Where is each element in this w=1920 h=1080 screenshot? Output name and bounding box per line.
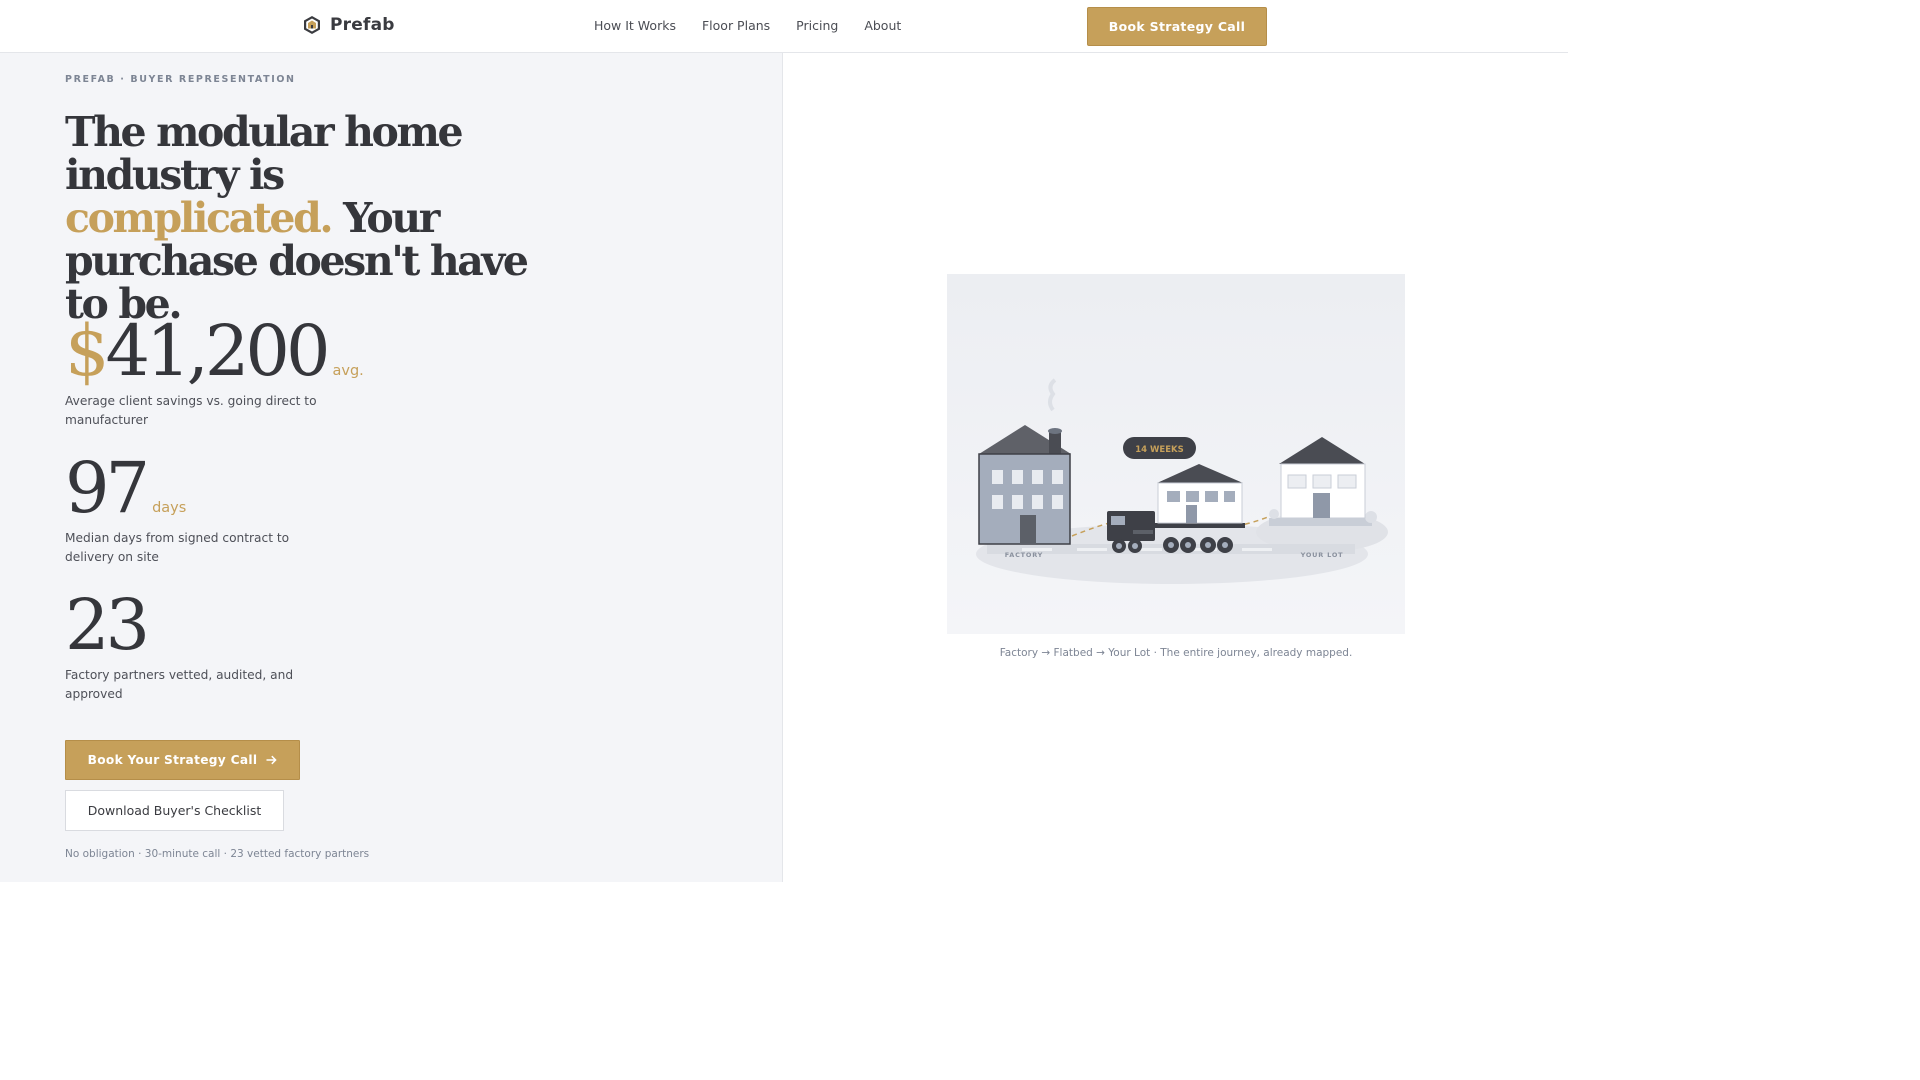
illustration-caption: Factory → Flatbed → Your Lot · The entir… [999, 647, 1353, 659]
stat-delivery-days: 97 days Median days from signed contract … [65, 453, 335, 566]
factory-label: FACTORY [1005, 551, 1043, 559]
book-strategy-call-button[interactable]: Book Strategy Call [1087, 7, 1267, 46]
nav-link-floor-plans[interactable]: Floor Plans [702, 18, 770, 33]
stat-savings-currency: $ [65, 310, 110, 392]
stat-delivery-description: Median days from signed contract to deli… [65, 531, 290, 564]
stat-delivery-figure: 97 days [65, 453, 335, 523]
nav-link-pricing[interactable]: Pricing [796, 18, 838, 33]
nav-link-how-it-works[interactable]: How It Works [594, 18, 676, 33]
hero-headline: The modular home industry is complicated… [65, 111, 545, 326]
book-your-strategy-call-button[interactable]: Book Your Strategy Call [65, 740, 300, 780]
journey-illustration: 14 WEEKS FACTORY YOUR LOT [947, 274, 1405, 634]
download-buyers-checklist-button[interactable]: Download Buyer's Checklist [65, 790, 284, 831]
site-header: Prefab How It Works Floor Plans Pricing … [0, 0, 1568, 53]
timeline-badge: 14 WEEKS [1123, 437, 1196, 459]
factory-to-lot-illustration: 14 WEEKS FACTORY YOUR LOT [976, 378, 1388, 584]
headline-accent-word: complicated. [65, 194, 334, 242]
eyebrow-label: PREFAB · BUYER REPRESENTATION [65, 74, 296, 85]
stat-savings: $41,200 avg. Average client savings vs. g… [65, 316, 364, 429]
timeline-badge-label: 14 WEEKS [1135, 445, 1184, 455]
hexagon-house-logo-icon [304, 16, 320, 34]
cta-fineprint: No obligation · 30-minute call · 23 vett… [65, 848, 370, 860]
factory-building-icon [978, 378, 1071, 545]
stat-partners-figure: 23 [65, 590, 335, 660]
stat-savings-description: Average client savings vs. going direct … [65, 394, 317, 427]
primary-cta-label: Book Your Strategy Call [87, 753, 258, 767]
main-nav: How It Works Floor Plans Pricing About [594, 18, 901, 33]
stat-savings-figure: $41,200 avg. [65, 316, 364, 386]
headline-text-start: The modular home industry is [65, 108, 464, 199]
stat-delivery-value: 97 [65, 447, 150, 529]
finished-house-icon [1269, 437, 1377, 526]
arrow-right-icon [266, 755, 277, 765]
stat-delivery-unit: days [152, 500, 187, 516]
stat-partners-description: Factory partners vetted, audited, and ap… [65, 668, 294, 701]
nav-link-about[interactable]: About [864, 18, 901, 33]
stat-savings-unit: avg. [332, 363, 364, 379]
your-lot-label: YOUR LOT [1300, 551, 1344, 559]
stat-partners-value: 23 [65, 584, 150, 666]
brand-logo-link[interactable]: Prefab [303, 15, 395, 35]
hero-panel: PREFAB · BUYER REPRESENTATION The modula… [0, 53, 783, 882]
brand-name: Prefab [330, 15, 395, 35]
stat-factory-partners: 23 Factory partners vetted, audited, and… [65, 590, 335, 703]
stat-savings-value: $41,200 [65, 316, 330, 386]
stat-savings-number: 41,200 [105, 310, 331, 392]
